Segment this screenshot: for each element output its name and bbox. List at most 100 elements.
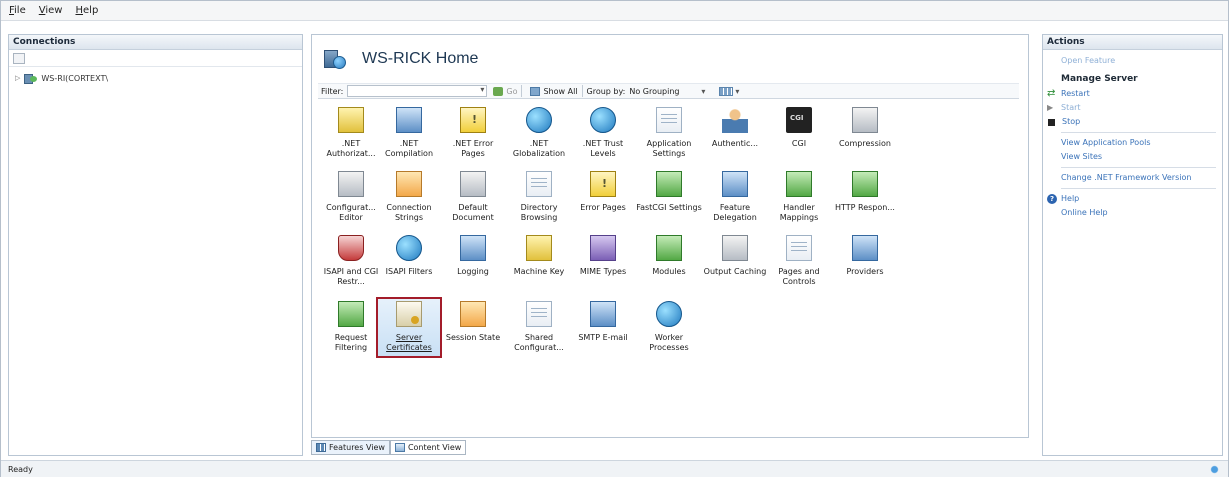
show-all-button[interactable]: Show All <box>543 87 577 96</box>
feature-label: Machine Key <box>513 267 565 276</box>
feature-item-feature-delegation[interactable]: Feature Delegation <box>702 171 768 223</box>
menu-view[interactable]: View <box>39 5 63 16</box>
feature-item-logging[interactable]: Logging <box>440 235 506 277</box>
menu-file[interactable]: File <box>9 5 26 16</box>
output-caching-icon <box>722 235 748 261</box>
feature-label: .NET Error Pages <box>452 139 494 158</box>
online-help-link[interactable]: Online Help <box>1047 206 1222 220</box>
tab-content-view[interactable]: Content View <box>389 439 467 455</box>
feature-item-handler-mappings[interactable]: Handler Mappings <box>766 171 832 223</box>
open-feature-link[interactable]: Open Feature <box>1047 54 1222 68</box>
feature-item-request-filtering[interactable]: Request Filtering <box>318 301 384 353</box>
feature-item-configuration-editor[interactable]: Configurat... Editor <box>318 171 384 223</box>
actions-list: Open Feature Manage Server ⇄ Restart ▶ S… <box>1043 50 1222 220</box>
tab-features-view[interactable]: Features View <box>311 439 390 455</box>
view-mode-icon[interactable] <box>719 86 734 96</box>
start-label: Start <box>1061 103 1081 112</box>
feature-item-worker-processes[interactable]: Worker Processes <box>636 301 702 353</box>
feature-item-compression[interactable]: Compression <box>832 107 898 149</box>
online-help-label: Online Help <box>1061 208 1108 217</box>
mime-types-icon <box>590 235 616 261</box>
default-document-icon <box>460 171 486 197</box>
error-pages-icon <box>590 171 616 197</box>
feature-item-session-state[interactable]: Session State <box>440 301 506 343</box>
feature-label: HTTP Respon... <box>835 203 895 212</box>
feature-label: Connection Strings <box>386 203 432 222</box>
feature-item-connection-strings[interactable]: Connection Strings <box>376 171 442 223</box>
feature-item-providers[interactable]: Providers <box>832 235 898 277</box>
view-application-pools-link[interactable]: View Application Pools <box>1047 136 1222 150</box>
feature-item-mime-types[interactable]: MIME Types <box>570 235 636 277</box>
feature-item-application-settings[interactable]: Application Settings <box>636 107 702 159</box>
feature-item-authentication[interactable]: Authentic... <box>702 107 768 149</box>
feature-item-isapi-filters[interactable]: ISAPI Filters <box>376 235 442 277</box>
new-connection-button[interactable] <box>13 52 25 64</box>
start-icon: ▶ <box>1047 103 1054 112</box>
dotnet-error-pages-icon <box>460 107 486 133</box>
go-icon[interactable] <box>493 86 504 96</box>
feature-item-dotnet-trust-levels[interactable]: .NET Trust Levels <box>570 107 636 159</box>
feature-label: Default Document <box>452 203 494 222</box>
tree-node-label: WS-RI(CORTEXT\ <box>41 73 109 83</box>
feature-item-output-caching[interactable]: Output Caching <box>702 235 768 277</box>
dotnet-authorization-icon <box>338 107 364 133</box>
dotnet-globalization-icon <box>526 107 552 133</box>
feature-item-dotnet-compilation[interactable]: .NET Compilation <box>376 107 442 159</box>
toolbar-separator <box>581 85 583 97</box>
feature-item-pages-and-controls[interactable]: Pages and Controls <box>766 235 832 287</box>
feature-item-isapi-cgi-restrictions[interactable]: ISAPI and CGI Restr... <box>318 235 384 287</box>
feature-label: ISAPI Filters <box>385 267 433 276</box>
help-link[interactable]: ? Help <box>1047 192 1222 206</box>
authentication-icon <box>722 107 748 133</box>
feature-item-fastcgi-settings[interactable]: FastCGI Settings <box>636 171 702 213</box>
feature-item-default-document[interactable]: Default Document <box>440 171 506 223</box>
content-view-icon <box>394 442 405 452</box>
feature-label: Compression <box>839 139 891 148</box>
feature-label: Directory Browsing <box>520 203 558 222</box>
feature-item-server-certificates[interactable]: Server Certificates <box>376 297 442 358</box>
actions-header: Actions <box>1043 35 1222 50</box>
feature-label: Output Caching <box>703 267 767 276</box>
view-sites-label: View Sites <box>1061 152 1103 161</box>
feature-item-dotnet-error-pages[interactable]: .NET Error Pages <box>440 107 506 159</box>
group-by-dropdown-icon[interactable]: ▾ <box>701 87 705 96</box>
feature-item-error-pages[interactable]: Error Pages <box>570 171 636 213</box>
stop-icon <box>1048 119 1055 126</box>
server-certificates-icon <box>396 301 422 327</box>
feature-label: Session State <box>445 333 501 342</box>
feature-label: Feature Delegation <box>713 203 757 222</box>
change-framework-link[interactable]: Change .NET Framework Version <box>1047 171 1222 185</box>
group-by-label: Group by: <box>586 86 626 96</box>
view-mode-dropdown-icon[interactable]: ▾ <box>735 87 739 96</box>
feature-item-modules[interactable]: Modules <box>636 235 702 277</box>
filter-input[interactable] <box>347 85 488 97</box>
menu-help[interactable]: Help <box>75 5 98 16</box>
feature-item-directory-browsing[interactable]: Directory Browsing <box>506 171 572 223</box>
start-link[interactable]: ▶ Start <box>1047 101 1222 115</box>
http-response-icon <box>852 171 878 197</box>
fastcgi-settings-icon <box>656 171 682 197</box>
group-by-select[interactable]: No Grouping <box>629 87 699 96</box>
feature-item-machine-key[interactable]: Machine Key <box>506 235 572 277</box>
feature-label: Shared Configurat... <box>514 333 564 352</box>
shared-configuration-icon <box>526 301 552 327</box>
restart-link[interactable]: ⇄ Restart <box>1047 87 1222 101</box>
feature-label: Providers <box>846 267 884 276</box>
tree-node-server[interactable]: ▷ WS-RI(CORTEXT\ <box>9 67 302 84</box>
feature-delegation-icon <box>722 171 748 197</box>
feature-item-cgi[interactable]: CGI <box>766 107 832 149</box>
application-settings-icon <box>656 107 682 133</box>
pages-and-controls-icon <box>786 235 812 261</box>
feature-item-shared-configuration[interactable]: Shared Configurat... <box>506 301 572 353</box>
show-all-icon[interactable] <box>530 86 541 96</box>
go-button[interactable]: Go <box>506 87 517 96</box>
feature-label: Pages and Controls <box>778 267 820 286</box>
feature-item-dotnet-globalization[interactable]: .NET Globalization <box>506 107 572 159</box>
expand-arrow-icon[interactable]: ▷ <box>15 74 20 82</box>
stop-link[interactable]: Stop <box>1047 115 1222 129</box>
view-sites-link[interactable]: View Sites <box>1047 150 1222 164</box>
feature-item-dotnet-authorization[interactable]: .NET Authorizat... <box>318 107 384 159</box>
feature-item-smtp-email[interactable]: SMTP E-mail <box>570 301 636 343</box>
toolbar-separator <box>521 85 523 97</box>
feature-item-http-response[interactable]: HTTP Respon... <box>832 171 898 213</box>
